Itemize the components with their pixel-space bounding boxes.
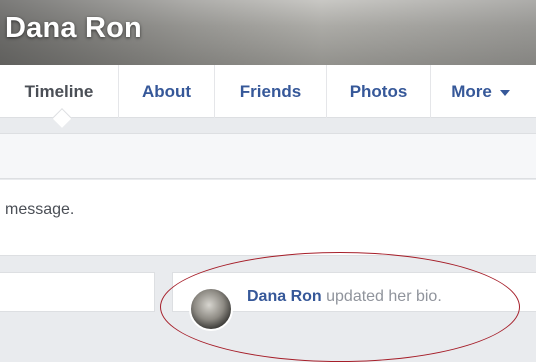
- feed-story-text: Dana Ron updated her bio.: [247, 288, 442, 306]
- tab-photos[interactable]: Photos: [326, 65, 430, 118]
- message-text: message.: [5, 201, 75, 218]
- feed-action-text: updated her bio.: [321, 288, 442, 305]
- feed-author-link[interactable]: Dana Ron: [247, 288, 322, 305]
- tab-about[interactable]: About: [118, 65, 214, 118]
- left-column-card: [0, 272, 155, 312]
- tab-more-label: More: [451, 81, 492, 101]
- avatar[interactable]: [189, 287, 233, 331]
- tab-more[interactable]: More: [430, 65, 530, 118]
- message-panel: [0, 180, 536, 256]
- tab-friends[interactable]: Friends: [214, 65, 326, 118]
- tab-photos-label: Photos: [349, 81, 408, 101]
- composer-bar: [0, 133, 536, 179]
- tab-timeline-label: Timeline: [24, 81, 94, 101]
- tab-friends-label: Friends: [239, 81, 302, 101]
- profile-name[interactable]: Dana Ron: [5, 12, 142, 45]
- tab-about-label: About: [141, 81, 192, 101]
- chevron-down-icon: [499, 89, 510, 96]
- profile-tab-bar: Timeline About Friends Photos More: [0, 65, 536, 118]
